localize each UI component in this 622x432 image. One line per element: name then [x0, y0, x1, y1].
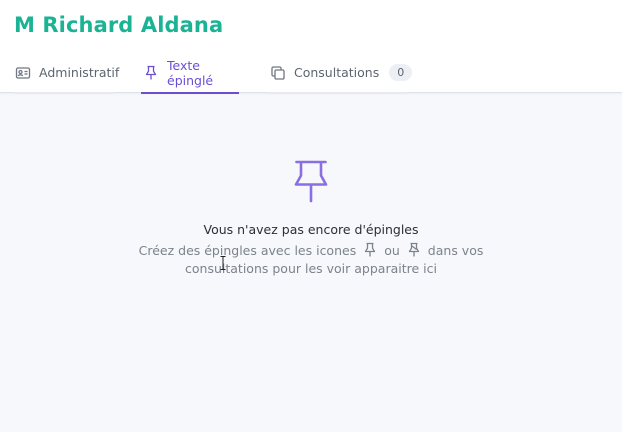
- tab-consultations[interactable]: Consultations 0: [267, 52, 413, 94]
- empty-state: Vous n'avez pas encore d'épingles Créez …: [0, 158, 622, 278]
- tab-administratif[interactable]: Administratif: [14, 52, 119, 94]
- id-card-icon: [15, 65, 31, 81]
- tab-bar: Administratif Texte épinglé Consultation…: [0, 52, 622, 94]
- empty-state-text: Créez des épingles avec les icones ou dans…: [0, 242, 622, 278]
- patient-name: M Richard Aldana: [14, 13, 224, 37]
- empty-text-part: Créez des épingles avec les icones: [138, 243, 357, 258]
- pin-slash-icon: [406, 242, 422, 258]
- tab-label: Administratif: [39, 65, 120, 80]
- pin-icon: [0, 158, 622, 204]
- tab-underline: [267, 92, 407, 94]
- tab-underline: [14, 92, 114, 94]
- tab-underline-active: [141, 92, 239, 94]
- consultations-count-badge: 0: [389, 64, 413, 81]
- tab-label: Consultations: [294, 65, 380, 80]
- pin-icon: [362, 242, 378, 258]
- copy-icon: [270, 65, 286, 81]
- empty-state-title: Vous n'avez pas encore d'épingles: [203, 222, 419, 237]
- page-header: M Richard Aldana Administratif Texte épi…: [0, 0, 622, 94]
- text-cursor-icon: [220, 256, 226, 270]
- tab-texte-epingle[interactable]: Texte épinglé: [141, 52, 239, 94]
- pin-icon: [143, 65, 159, 81]
- empty-text-part: dans vos: [427, 243, 484, 258]
- tab-label: Texte épinglé: [167, 57, 214, 88]
- empty-text-or: ou: [384, 243, 400, 258]
